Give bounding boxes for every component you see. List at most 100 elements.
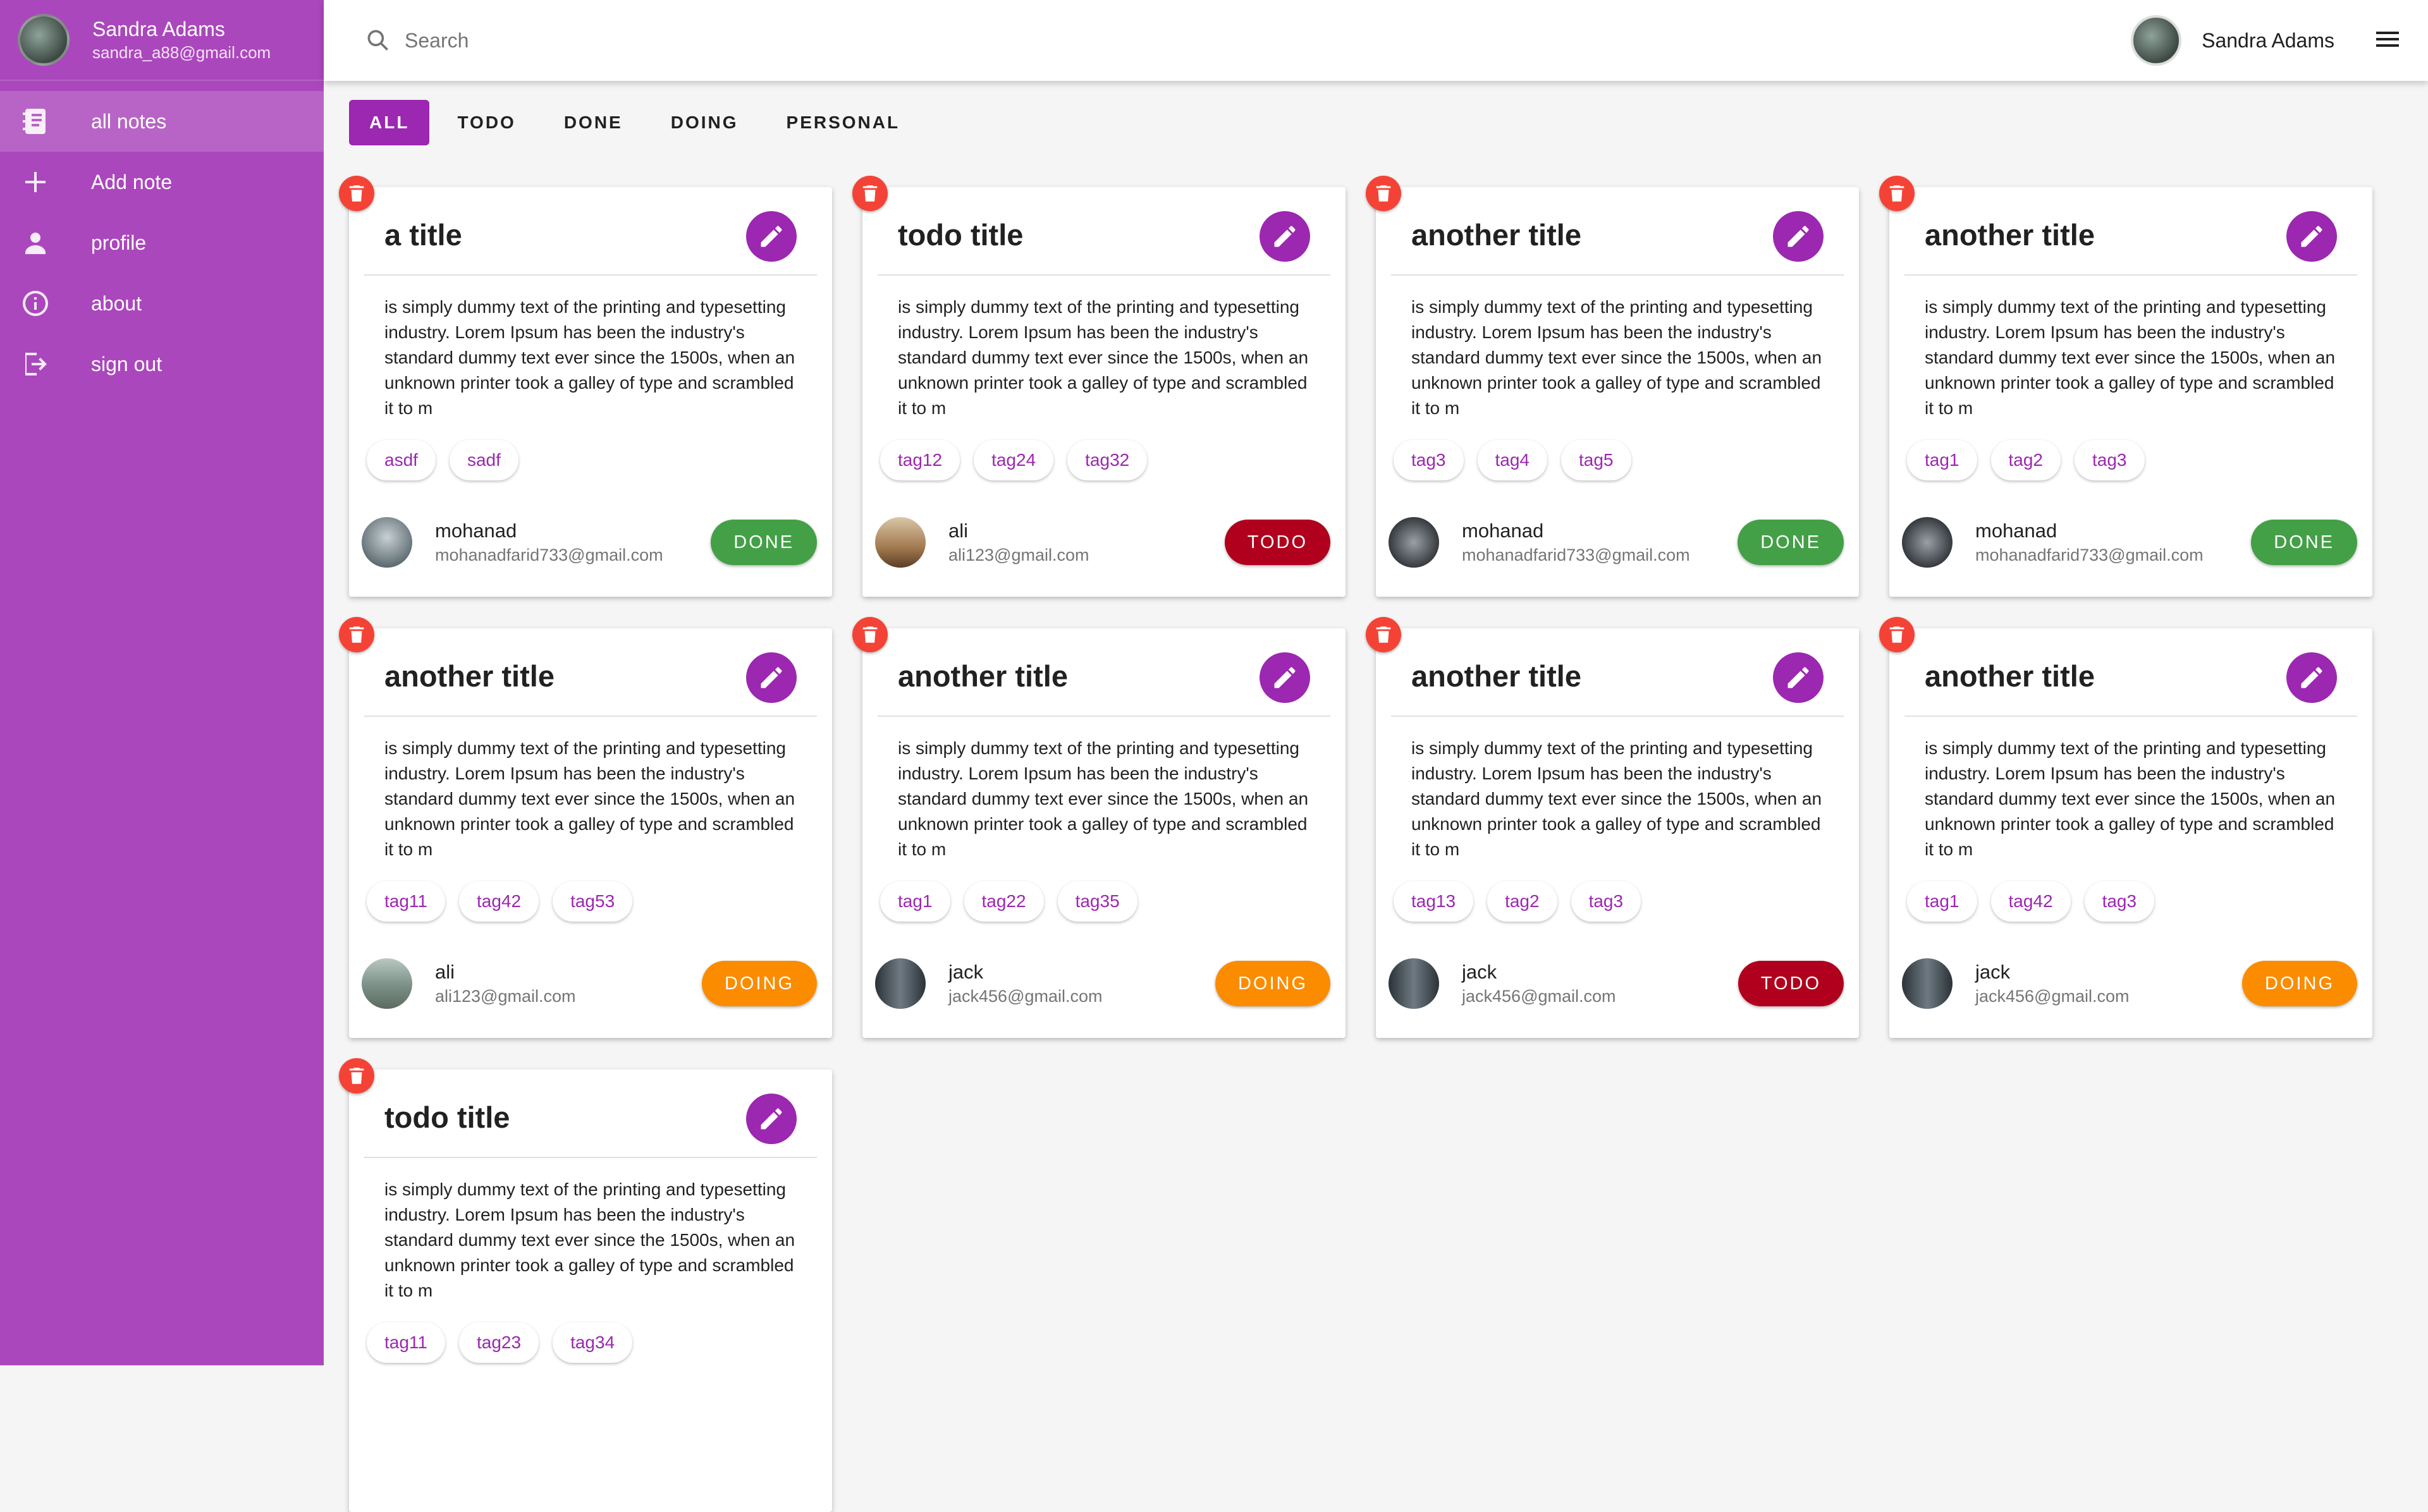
tag-chip[interactable]: tag42 bbox=[1990, 881, 2071, 922]
status-badge[interactable]: DOING bbox=[1215, 961, 1330, 1006]
status-badge[interactable]: DOING bbox=[701, 961, 817, 1006]
tag-chip[interactable]: tag32 bbox=[1067, 440, 1148, 480]
delete-note-button[interactable] bbox=[339, 1058, 374, 1094]
delete-note-button[interactable] bbox=[1366, 617, 1401, 652]
status-badge[interactable]: DONE bbox=[1738, 520, 1844, 565]
tag-chip[interactable]: tag13 bbox=[1394, 881, 1474, 922]
tag-chip[interactable]: tag1 bbox=[1907, 440, 1977, 480]
status-badge[interactable]: TODO bbox=[1738, 961, 1844, 1006]
tab-personal[interactable]: PERSONAL bbox=[766, 100, 921, 145]
tag-chip[interactable]: tag24 bbox=[974, 440, 1054, 480]
tag-chip[interactable]: tag4 bbox=[1477, 440, 1547, 480]
status-badge[interactable]: DOING bbox=[2241, 961, 2357, 1006]
edit-note-button[interactable] bbox=[1260, 652, 1310, 703]
tag-chip[interactable]: tag42 bbox=[459, 881, 539, 922]
status-badge[interactable]: DONE bbox=[711, 520, 817, 565]
tag-chip[interactable]: tag3 bbox=[1571, 881, 1641, 922]
tag-chip[interactable]: tag35 bbox=[1057, 881, 1137, 922]
note-card[interactable]: todo title is simply dummy text of the pr… bbox=[852, 176, 1346, 597]
edit-note-button[interactable] bbox=[1773, 211, 1824, 262]
sidebar-user-name: Sandra Adams bbox=[92, 18, 225, 40]
avatar bbox=[1902, 517, 1953, 568]
edit-note-button[interactable] bbox=[1773, 652, 1824, 703]
pencil-icon bbox=[2298, 664, 2326, 692]
edit-note-button[interactable] bbox=[2286, 652, 2337, 703]
delete-note-button[interactable] bbox=[852, 617, 888, 652]
tag-chip[interactable]: asdf bbox=[367, 440, 436, 480]
tab-done[interactable]: DONE bbox=[544, 100, 643, 145]
note-title: todo title bbox=[898, 218, 1024, 252]
tag-chip[interactable]: tag11 bbox=[367, 1322, 445, 1363]
sidebar-item-profile[interactable]: profile bbox=[0, 212, 324, 273]
sidebar-item-label: Add note bbox=[91, 170, 173, 193]
tag-chip[interactable]: tag3 bbox=[2084, 881, 2155, 922]
delete-note-button[interactable] bbox=[339, 617, 374, 652]
delete-note-button[interactable] bbox=[339, 176, 374, 211]
tab-todo[interactable]: TODO bbox=[437, 100, 536, 145]
author-email: mohanadfarid733@gmail.com bbox=[435, 546, 663, 564]
edit-note-button[interactable] bbox=[746, 1094, 797, 1144]
menu-icon[interactable] bbox=[2372, 24, 2403, 58]
note-body: is simply dummy text of the printing and… bbox=[384, 1180, 795, 1300]
tag-chip[interactable]: tag3 bbox=[1394, 440, 1464, 480]
delete-note-button[interactable] bbox=[1879, 617, 1915, 652]
sidebar-item-all-notes[interactable]: all notes bbox=[0, 91, 324, 152]
tab-doing[interactable]: DOING bbox=[651, 100, 759, 145]
edit-note-button[interactable] bbox=[2286, 211, 2337, 262]
tag-chip[interactable]: tag2 bbox=[1487, 881, 1557, 922]
filter-tabs: ALL TODO DONE DOING PERSONAL bbox=[349, 100, 928, 145]
avatar bbox=[1902, 958, 1953, 1009]
sidebar-item-label: all notes bbox=[91, 109, 167, 133]
edit-note-button[interactable] bbox=[746, 652, 797, 703]
tag-chip[interactable]: tag53 bbox=[553, 881, 633, 922]
edit-note-button[interactable] bbox=[746, 211, 797, 262]
tag-chip[interactable]: tag2 bbox=[1990, 440, 2061, 480]
tag-chip[interactable]: tag5 bbox=[1561, 440, 1631, 480]
tag-chip[interactable]: sadf bbox=[449, 440, 518, 480]
note-body: is simply dummy text of the printing and… bbox=[1411, 738, 1822, 859]
note-body: is simply dummy text of the printing and… bbox=[384, 297, 795, 418]
note-card[interactable]: another title is simply dummy text of the… bbox=[339, 617, 832, 1038]
tag-chip[interactable]: tag11 bbox=[367, 881, 445, 922]
note-author: jack jack456@gmail.com bbox=[875, 958, 1103, 1009]
sidebar-item-add-note[interactable]: Add note bbox=[0, 152, 324, 212]
tag-chip[interactable]: tag1 bbox=[1907, 881, 1977, 922]
notebook-icon bbox=[20, 106, 51, 137]
note-card[interactable]: another title is simply dummy text of the… bbox=[852, 617, 1346, 1038]
tag-chip[interactable]: tag22 bbox=[964, 881, 1044, 922]
note-card[interactable]: todo title is simply dummy text of the pr… bbox=[339, 1058, 832, 1512]
sidebar-item-about[interactable]: about bbox=[0, 273, 324, 334]
note-card[interactable]: another title is simply dummy text of the… bbox=[1366, 617, 1859, 1038]
pencil-icon bbox=[1784, 223, 1812, 250]
author-name: ali bbox=[948, 520, 969, 542]
tag-chip[interactable]: tag12 bbox=[880, 440, 960, 480]
avatar[interactable] bbox=[2131, 15, 2182, 66]
note-title: another title bbox=[1925, 659, 2095, 693]
trash-icon bbox=[346, 624, 367, 645]
tag-chip[interactable]: tag3 bbox=[2075, 440, 2145, 480]
tab-all[interactable]: ALL bbox=[349, 100, 430, 145]
sidebar-item-sign-out[interactable]: sign out bbox=[0, 334, 324, 394]
header-user-name: Sandra Adams bbox=[2202, 28, 2334, 52]
note-title: another title bbox=[1925, 218, 2095, 252]
delete-note-button[interactable] bbox=[852, 176, 888, 211]
author-name: jack bbox=[948, 961, 984, 983]
note-card[interactable]: another title is simply dummy text of the… bbox=[1879, 176, 2372, 597]
note-card[interactable]: another title is simply dummy text of the… bbox=[1366, 176, 1859, 597]
note-title: another title bbox=[898, 659, 1068, 693]
tag-chip[interactable]: tag23 bbox=[459, 1322, 539, 1363]
delete-note-button[interactable] bbox=[1366, 176, 1401, 211]
tag-list: asdf sadf bbox=[367, 440, 532, 480]
status-badge[interactable]: DONE bbox=[2251, 520, 2357, 565]
note-card[interactable]: another title is simply dummy text of the… bbox=[1879, 617, 2372, 1038]
divider bbox=[1391, 274, 1844, 276]
divider bbox=[1391, 716, 1844, 717]
tag-chip[interactable]: tag34 bbox=[553, 1322, 633, 1363]
search-icon bbox=[364, 27, 392, 54]
edit-note-button[interactable] bbox=[1260, 211, 1310, 262]
tag-chip[interactable]: tag1 bbox=[880, 881, 950, 922]
status-badge[interactable]: TODO bbox=[1224, 520, 1330, 565]
note-card[interactable]: a title is simply dummy text of the print… bbox=[339, 176, 832, 597]
search-input[interactable] bbox=[403, 28, 975, 53]
delete-note-button[interactable] bbox=[1879, 176, 1915, 211]
